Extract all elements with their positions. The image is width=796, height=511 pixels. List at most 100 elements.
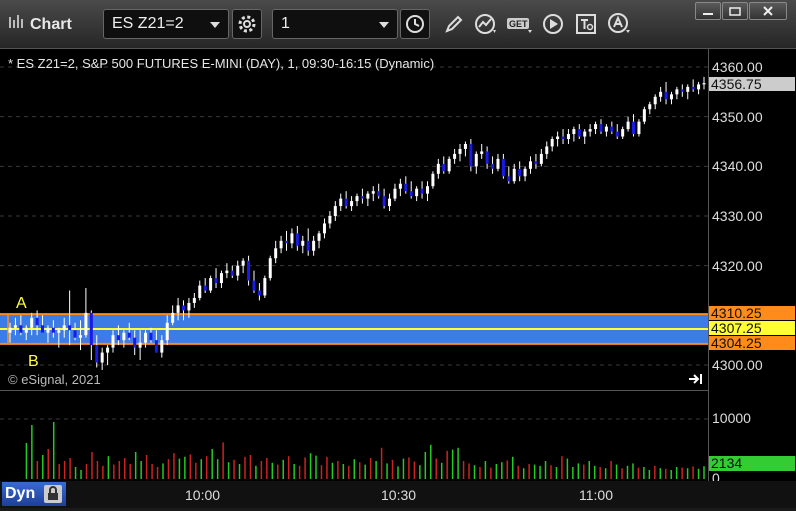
settings-button[interactable] — [232, 9, 262, 39]
candle-body — [507, 176, 511, 182]
symbol-input[interactable]: ES Z21=2 — [103, 9, 229, 39]
candle-body — [599, 124, 603, 132]
candle — [474, 151, 478, 174]
candle — [420, 181, 424, 199]
chevron-down-icon[interactable] — [210, 22, 220, 28]
candle — [653, 94, 657, 110]
indicator-icon — [475, 14, 496, 34]
candle-body — [653, 96, 657, 105]
text-tool-button[interactable] — [571, 9, 601, 39]
candle — [615, 124, 619, 140]
candle — [463, 141, 467, 157]
candle — [214, 268, 218, 289]
candle — [594, 121, 598, 135]
candle — [285, 230, 289, 251]
candle-body — [73, 330, 77, 338]
candle-body — [317, 233, 321, 241]
candle-body — [474, 153, 478, 167]
candle-body — [642, 109, 646, 122]
candle-body — [138, 342, 142, 348]
candle-body — [415, 188, 419, 197]
candle-body — [512, 168, 516, 182]
candle — [436, 158, 440, 179]
candle — [453, 148, 457, 164]
indicator-button[interactable] — [472, 9, 502, 39]
candle — [632, 114, 636, 137]
candle — [702, 76, 706, 90]
minimize-button[interactable] — [695, 2, 721, 20]
candle-body — [187, 302, 191, 311]
candle — [122, 330, 126, 348]
candle-body — [46, 327, 50, 333]
candle — [561, 129, 565, 144]
candle — [382, 188, 386, 209]
candle — [295, 225, 299, 251]
candle — [230, 265, 234, 279]
restore-button[interactable] — [722, 2, 748, 20]
candle-body — [556, 136, 560, 140]
candle-body — [290, 233, 294, 244]
time-button[interactable] — [400, 9, 430, 39]
candle-body — [192, 297, 196, 303]
candle-body — [594, 124, 598, 130]
interval-input[interactable]: 1 — [272, 9, 398, 39]
time-tick-label: 11:00 — [579, 487, 613, 503]
candle — [388, 193, 392, 212]
candle-body — [626, 121, 630, 130]
close-button[interactable] — [749, 2, 787, 20]
play-button[interactable] — [538, 9, 568, 39]
candle-body — [534, 161, 538, 164]
price-tick-label: 4340.00 — [712, 158, 763, 175]
candle — [355, 193, 359, 207]
candle — [263, 275, 267, 298]
candle-body — [241, 260, 245, 266]
price-tick-label: 4320.00 — [712, 257, 763, 274]
candle-body — [84, 312, 88, 336]
draw-button[interactable] — [439, 9, 469, 39]
price-plot[interactable]: AB — [0, 49, 708, 389]
settings-gear-icon — [238, 15, 256, 33]
candle-body — [409, 191, 413, 197]
get-button[interactable]: GET — [505, 9, 535, 39]
candle-body — [545, 146, 549, 154]
candle — [171, 305, 175, 326]
candle — [339, 193, 343, 212]
price-tick-label: 4350.00 — [712, 108, 763, 125]
volume-pane[interactable] — [0, 390, 708, 490]
candle-body — [312, 240, 316, 251]
symbol-value: ES Z21=2 — [112, 15, 184, 32]
candle — [322, 218, 326, 239]
candle — [518, 161, 522, 182]
alert-button[interactable] — [604, 9, 634, 39]
candle-body — [19, 325, 23, 333]
candle — [144, 330, 148, 348]
candle-body — [458, 148, 462, 154]
candle — [306, 228, 310, 256]
candle — [312, 235, 316, 256]
candle-body — [637, 121, 641, 135]
candle — [409, 181, 413, 199]
candle-body — [127, 332, 131, 338]
candle-body — [13, 325, 17, 328]
scroll-to-end-button[interactable] — [688, 372, 704, 391]
play-icon — [543, 14, 563, 34]
marker-a: A — [16, 295, 27, 312]
candle — [274, 240, 278, 264]
chevron-down-icon[interactable] — [379, 22, 389, 28]
candle-body — [339, 198, 343, 207]
last-price-tag: 4356.75 — [709, 77, 795, 91]
text-tool-icon — [576, 14, 596, 34]
dynamic-mode-button[interactable]: Dyn — [2, 482, 66, 506]
candle — [588, 124, 592, 137]
candle — [496, 153, 500, 172]
candle — [626, 116, 630, 132]
candle-body — [382, 196, 386, 207]
candle — [621, 126, 625, 140]
candle-body — [219, 273, 223, 284]
candle-body — [648, 104, 652, 110]
window-title-label: Chart — [30, 15, 72, 33]
candle-body — [306, 240, 310, 251]
candle-body — [257, 290, 261, 296]
candle-body — [469, 143, 473, 167]
candle — [252, 270, 256, 293]
